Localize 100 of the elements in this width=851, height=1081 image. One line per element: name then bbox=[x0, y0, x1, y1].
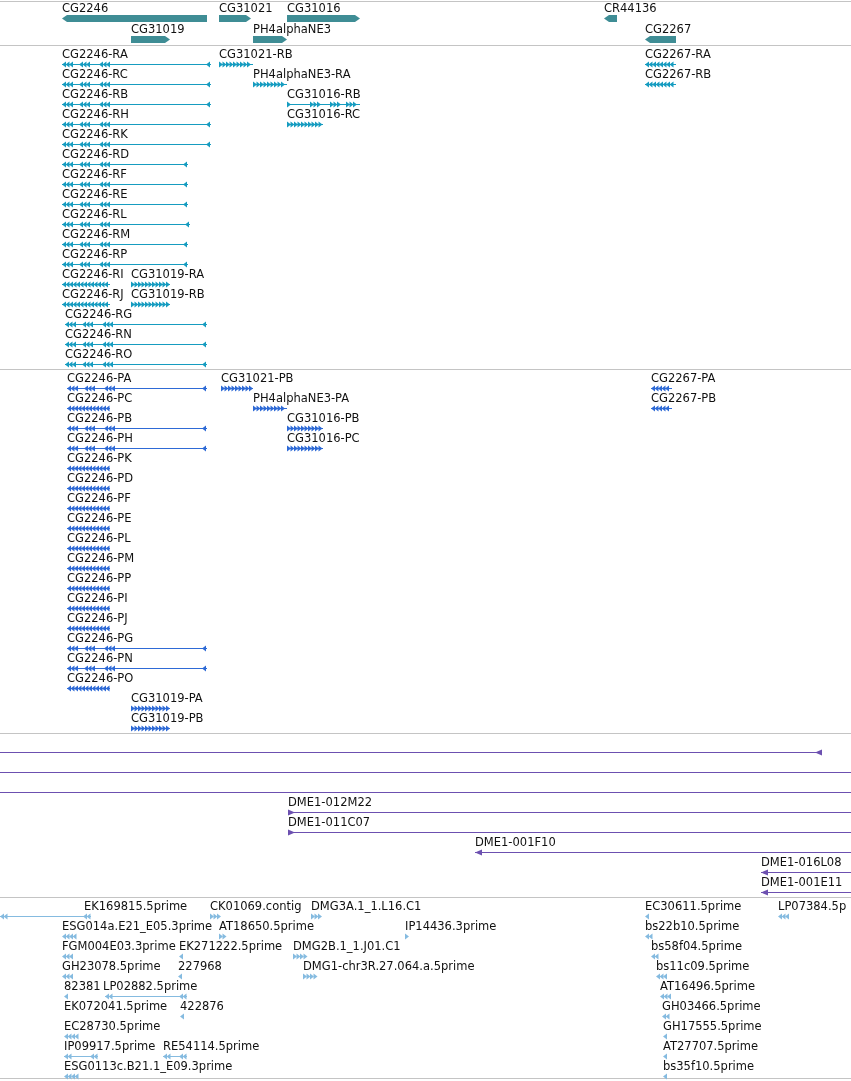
transcript-glyph[interactable] bbox=[62, 100, 211, 108]
transcript-glyph[interactable] bbox=[65, 320, 207, 328]
polypeptide-glyph[interactable] bbox=[221, 384, 253, 392]
feature-label: CG2246-RP bbox=[62, 247, 128, 261]
read-glyph[interactable] bbox=[660, 992, 674, 1000]
polypeptide-glyph[interactable] bbox=[67, 664, 207, 672]
read-glyph[interactable] bbox=[293, 952, 308, 960]
read-glyph[interactable] bbox=[663, 1032, 670, 1040]
transcript-glyph[interactable] bbox=[253, 80, 287, 88]
feature-label: GH23078.5prime bbox=[62, 959, 161, 973]
polypeptide-glyph[interactable] bbox=[67, 404, 110, 412]
read-glyph[interactable] bbox=[105, 992, 187, 1000]
polypeptide-glyph[interactable] bbox=[67, 584, 110, 592]
polypeptide-glyph[interactable] bbox=[67, 684, 110, 692]
gene-bar[interactable] bbox=[287, 14, 360, 22]
clone-line[interactable] bbox=[475, 848, 851, 856]
transcript-glyph[interactable] bbox=[287, 100, 360, 108]
clone-line[interactable] bbox=[0, 748, 822, 756]
gene-bar[interactable] bbox=[219, 14, 251, 22]
polypeptide-glyph[interactable] bbox=[67, 544, 110, 552]
polypeptide-glyph[interactable] bbox=[67, 464, 110, 472]
read-glyph[interactable] bbox=[0, 912, 91, 920]
read-glyph[interactable] bbox=[64, 992, 68, 1000]
gene-bar[interactable] bbox=[62, 14, 207, 22]
transcript-glyph[interactable] bbox=[62, 280, 110, 288]
clone-line[interactable] bbox=[761, 868, 851, 876]
read-glyph[interactable] bbox=[62, 932, 79, 940]
gene-bar[interactable] bbox=[131, 35, 170, 43]
read-glyph[interactable] bbox=[645, 932, 655, 940]
read-glyph[interactable] bbox=[64, 1032, 79, 1040]
polypeptide-glyph[interactable] bbox=[67, 564, 110, 572]
feature-label: ESG014a.E21_E05.3prime bbox=[62, 919, 213, 933]
gene-bar[interactable] bbox=[253, 35, 287, 43]
read-glyph[interactable] bbox=[778, 912, 789, 920]
gene-bar[interactable] bbox=[645, 35, 676, 43]
transcript-glyph[interactable] bbox=[65, 340, 207, 348]
clone-line[interactable] bbox=[288, 828, 851, 836]
transcript-glyph[interactable] bbox=[62, 140, 211, 148]
read-glyph[interactable] bbox=[219, 932, 228, 940]
read-glyph[interactable] bbox=[62, 972, 75, 980]
read-glyph[interactable] bbox=[656, 972, 667, 980]
polypeptide-glyph[interactable] bbox=[67, 444, 207, 452]
clone-line[interactable] bbox=[761, 888, 851, 896]
transcript-glyph[interactable] bbox=[219, 60, 253, 68]
transcript-glyph[interactable] bbox=[65, 360, 207, 368]
polypeptide-glyph[interactable] bbox=[131, 724, 170, 732]
feature-label: CG2246-PD bbox=[67, 471, 134, 485]
polypeptide-glyph[interactable] bbox=[253, 404, 287, 412]
read-glyph[interactable] bbox=[163, 1052, 187, 1060]
read-glyph[interactable] bbox=[210, 912, 222, 920]
read-glyph[interactable] bbox=[180, 1012, 187, 1020]
read-glyph[interactable] bbox=[303, 972, 318, 980]
read-glyph[interactable] bbox=[178, 972, 182, 980]
feature-label: bs58f04.5prime bbox=[651, 939, 743, 953]
read-glyph[interactable] bbox=[311, 912, 323, 920]
read-glyph[interactable] bbox=[651, 952, 661, 960]
transcript-glyph[interactable] bbox=[62, 60, 211, 68]
read-glyph[interactable] bbox=[179, 952, 186, 960]
read-glyph[interactable] bbox=[64, 1072, 79, 1080]
polypeptide-glyph[interactable] bbox=[67, 424, 207, 432]
feature-label: CG2246-PK bbox=[67, 451, 132, 465]
transcript-glyph[interactable] bbox=[287, 120, 323, 128]
transcript-glyph[interactable] bbox=[131, 300, 170, 308]
read-glyph[interactable] bbox=[662, 1012, 670, 1020]
transcript-glyph[interactable] bbox=[131, 280, 170, 288]
transcript-glyph[interactable] bbox=[62, 80, 211, 88]
transcript-glyph[interactable] bbox=[62, 200, 188, 208]
transcript-glyph[interactable] bbox=[62, 300, 110, 308]
polypeptide-glyph[interactable] bbox=[287, 444, 323, 452]
polypeptide-glyph[interactable] bbox=[67, 384, 207, 392]
clone-line[interactable] bbox=[288, 808, 851, 816]
transcript-glyph[interactable] bbox=[645, 60, 676, 68]
read-glyph[interactable] bbox=[62, 952, 75, 960]
polypeptide-glyph[interactable] bbox=[651, 404, 672, 412]
transcript-glyph[interactable] bbox=[62, 220, 190, 228]
transcript-glyph[interactable] bbox=[645, 80, 676, 88]
read-glyph[interactable] bbox=[663, 1052, 670, 1060]
read-glyph[interactable] bbox=[663, 1072, 670, 1080]
transcript-glyph[interactable] bbox=[62, 160, 188, 168]
polypeptide-glyph[interactable] bbox=[131, 704, 170, 712]
transcript-glyph[interactable] bbox=[62, 260, 188, 268]
transcript-glyph[interactable] bbox=[62, 240, 188, 248]
polypeptide-glyph[interactable] bbox=[67, 484, 110, 492]
polypeptide-glyph[interactable] bbox=[67, 524, 110, 532]
feature-label: EC28730.5prime bbox=[64, 1019, 161, 1033]
polypeptide-glyph[interactable] bbox=[651, 384, 672, 392]
polypeptide-glyph[interactable] bbox=[67, 644, 207, 652]
feature-label: CG2246-PE bbox=[67, 511, 132, 525]
polypeptide-glyph[interactable] bbox=[67, 604, 110, 612]
polypeptide-glyph[interactable] bbox=[287, 424, 323, 432]
transcript-glyph[interactable] bbox=[62, 120, 211, 128]
feature-label: CG2246-RL bbox=[62, 207, 127, 221]
read-glyph[interactable] bbox=[64, 1052, 98, 1060]
read-glyph[interactable] bbox=[645, 912, 652, 920]
polypeptide-glyph[interactable] bbox=[67, 504, 110, 512]
feature-label: CG2246-PH bbox=[67, 431, 133, 445]
read-glyph[interactable] bbox=[405, 932, 410, 940]
polypeptide-glyph[interactable] bbox=[67, 624, 110, 632]
gene-bar[interactable] bbox=[604, 14, 617, 22]
transcript-glyph[interactable] bbox=[62, 180, 188, 188]
